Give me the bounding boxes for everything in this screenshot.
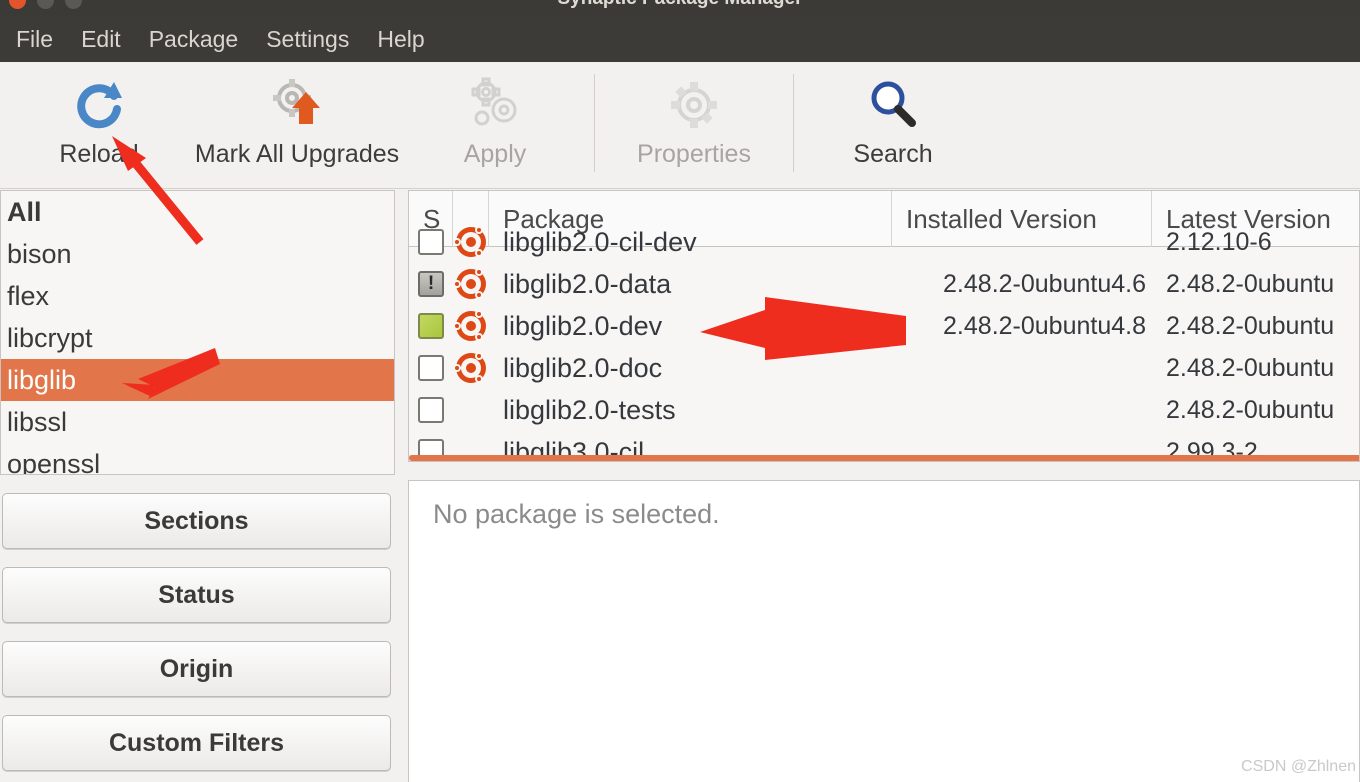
row-origin-cell (453, 221, 489, 263)
package-table[interactable]: S Package Installed Version Latest Versi… (408, 190, 1360, 462)
toolbar-properties-label: Properties (637, 140, 751, 168)
menu-item-file[interactable]: File (2, 24, 67, 55)
search-icon (864, 74, 922, 136)
checkbox-unchecked-icon[interactable] (418, 397, 444, 423)
watermark: CSDN @Zhlnen (1241, 758, 1356, 775)
sidebar-item-flex[interactable]: flex (1, 275, 394, 317)
sidebar-item-all[interactable]: All (1, 191, 394, 233)
row-origin-cell (453, 347, 489, 389)
package-name: libglib2.0-dev (503, 310, 663, 341)
sidebar-item-libssl[interactable]: libssl (1, 401, 394, 443)
menu-item-help[interactable]: Help (363, 24, 438, 55)
table-row[interactable]: libglib2.0-doc 2.48.2-0ubuntu (409, 347, 1359, 389)
toolbar-mark-all-upgrades-label: Mark All Upgrades (194, 140, 400, 168)
toolbar-properties-button[interactable]: Properties (595, 62, 793, 188)
menu-bar: File Edit Package Settings Help (0, 17, 1360, 62)
sidebar-item-libglib[interactable]: libglib (1, 359, 394, 401)
sidebar-item-openssl[interactable]: openssl (1, 443, 394, 474)
status-warning-icon[interactable]: ! (418, 271, 444, 297)
apply-gears-icon (466, 74, 524, 136)
row-origin-cell (453, 389, 489, 431)
row-status-cell[interactable] (409, 389, 453, 431)
table-row[interactable]: libglib2.0-tests 2.48.2-0ubuntu (409, 389, 1359, 431)
custom-filters-button[interactable]: Custom Filters (2, 715, 391, 771)
title-bar: Synaptic Package Manager (0, 0, 1360, 17)
row-status-cell[interactable] (409, 305, 453, 347)
latest-version: 2.48.2-0ubuntu (1166, 353, 1335, 382)
toolbar-mark-all-upgrades-button[interactable]: Mark All Upgrades (194, 62, 400, 188)
menu-item-package[interactable]: Package (135, 24, 253, 55)
ubuntu-icon (453, 268, 486, 299)
scrollbar-thumb[interactable] (409, 455, 1359, 461)
row-status-cell[interactable]: ! (409, 263, 453, 305)
row-status-cell[interactable] (409, 221, 453, 263)
toolbar-reload-button[interactable]: Reload (0, 62, 198, 188)
toolbar-apply-button[interactable]: Apply (396, 62, 594, 188)
row-status-cell[interactable] (409, 347, 453, 389)
package-name: libglib2.0-data (503, 268, 672, 299)
sidebar-item-bison[interactable]: bison (1, 233, 394, 275)
right-panel: S Package Installed Version Latest Versi… (408, 190, 1360, 782)
latest-version: 2.48.2-0ubuntu (1166, 311, 1335, 340)
toolbar-search-label: Search (853, 140, 933, 168)
toolbar-search-button[interactable]: Search (794, 62, 992, 188)
table-row[interactable]: libglib2.0-dev 2.48.2-0ubuntu4.8 2.48.2-… (409, 305, 1359, 347)
package-name: libglib2.0-tests (503, 394, 676, 425)
menu-item-edit[interactable]: Edit (67, 24, 135, 55)
status-button[interactable]: Status (2, 567, 391, 623)
row-origin-cell (453, 263, 489, 305)
status-installed-icon[interactable] (418, 313, 444, 339)
origin-button[interactable]: Origin (2, 641, 391, 697)
installed-version: 2.48.2-0ubuntu4.6 (943, 269, 1146, 298)
reload-icon (70, 74, 128, 136)
window-title: Synaptic Package Manager (0, 0, 1360, 10)
row-origin-cell (453, 305, 489, 347)
toolbar: Reload Mark All Upgrades Apply Propertie… (0, 62, 1360, 189)
package-detail-pane: No package is selected. (408, 480, 1360, 782)
ubuntu-icon (453, 226, 486, 257)
table-body: libglib2.0-cil-dev 2.12.10-6 ! libglib2.… (409, 226, 1359, 461)
upgrade-icon (268, 74, 326, 136)
toolbar-apply-label: Apply (463, 140, 527, 168)
horizontal-scrollbar[interactable] (409, 455, 1359, 461)
ubuntu-icon (453, 310, 486, 341)
ubuntu-icon (453, 352, 486, 383)
latest-version: 2.48.2-0ubuntu (1166, 269, 1335, 298)
left-panel: All bison flex libcrypt libglib libssl o… (0, 190, 395, 782)
installed-version: 2.48.2-0ubuntu4.8 (943, 311, 1146, 340)
filter-list[interactable]: All bison flex libcrypt libglib libssl o… (0, 190, 395, 475)
toolbar-reload-label: Reload (59, 140, 139, 168)
sections-button[interactable]: Sections (2, 493, 391, 549)
table-row[interactable]: ! libglib2.0-data 2.48.2-0ubuntu4.6 2.48… (409, 263, 1359, 305)
checkbox-unchecked-icon[interactable] (418, 229, 444, 255)
menu-item-settings[interactable]: Settings (252, 24, 363, 55)
table-row[interactable]: libglib2.0-cil-dev 2.12.10-6 (409, 221, 1359, 263)
no-package-selected-message: No package is selected. (433, 499, 720, 529)
package-name: libglib2.0-cil-dev (503, 226, 697, 257)
latest-version: 2.48.2-0ubuntu (1166, 395, 1335, 424)
latest-version: 2.12.10-6 (1166, 227, 1272, 256)
package-name: libglib2.0-doc (503, 352, 663, 383)
checkbox-unchecked-icon[interactable] (418, 355, 444, 381)
gear-icon (665, 74, 723, 136)
sidebar-item-libcrypt[interactable]: libcrypt (1, 317, 394, 359)
